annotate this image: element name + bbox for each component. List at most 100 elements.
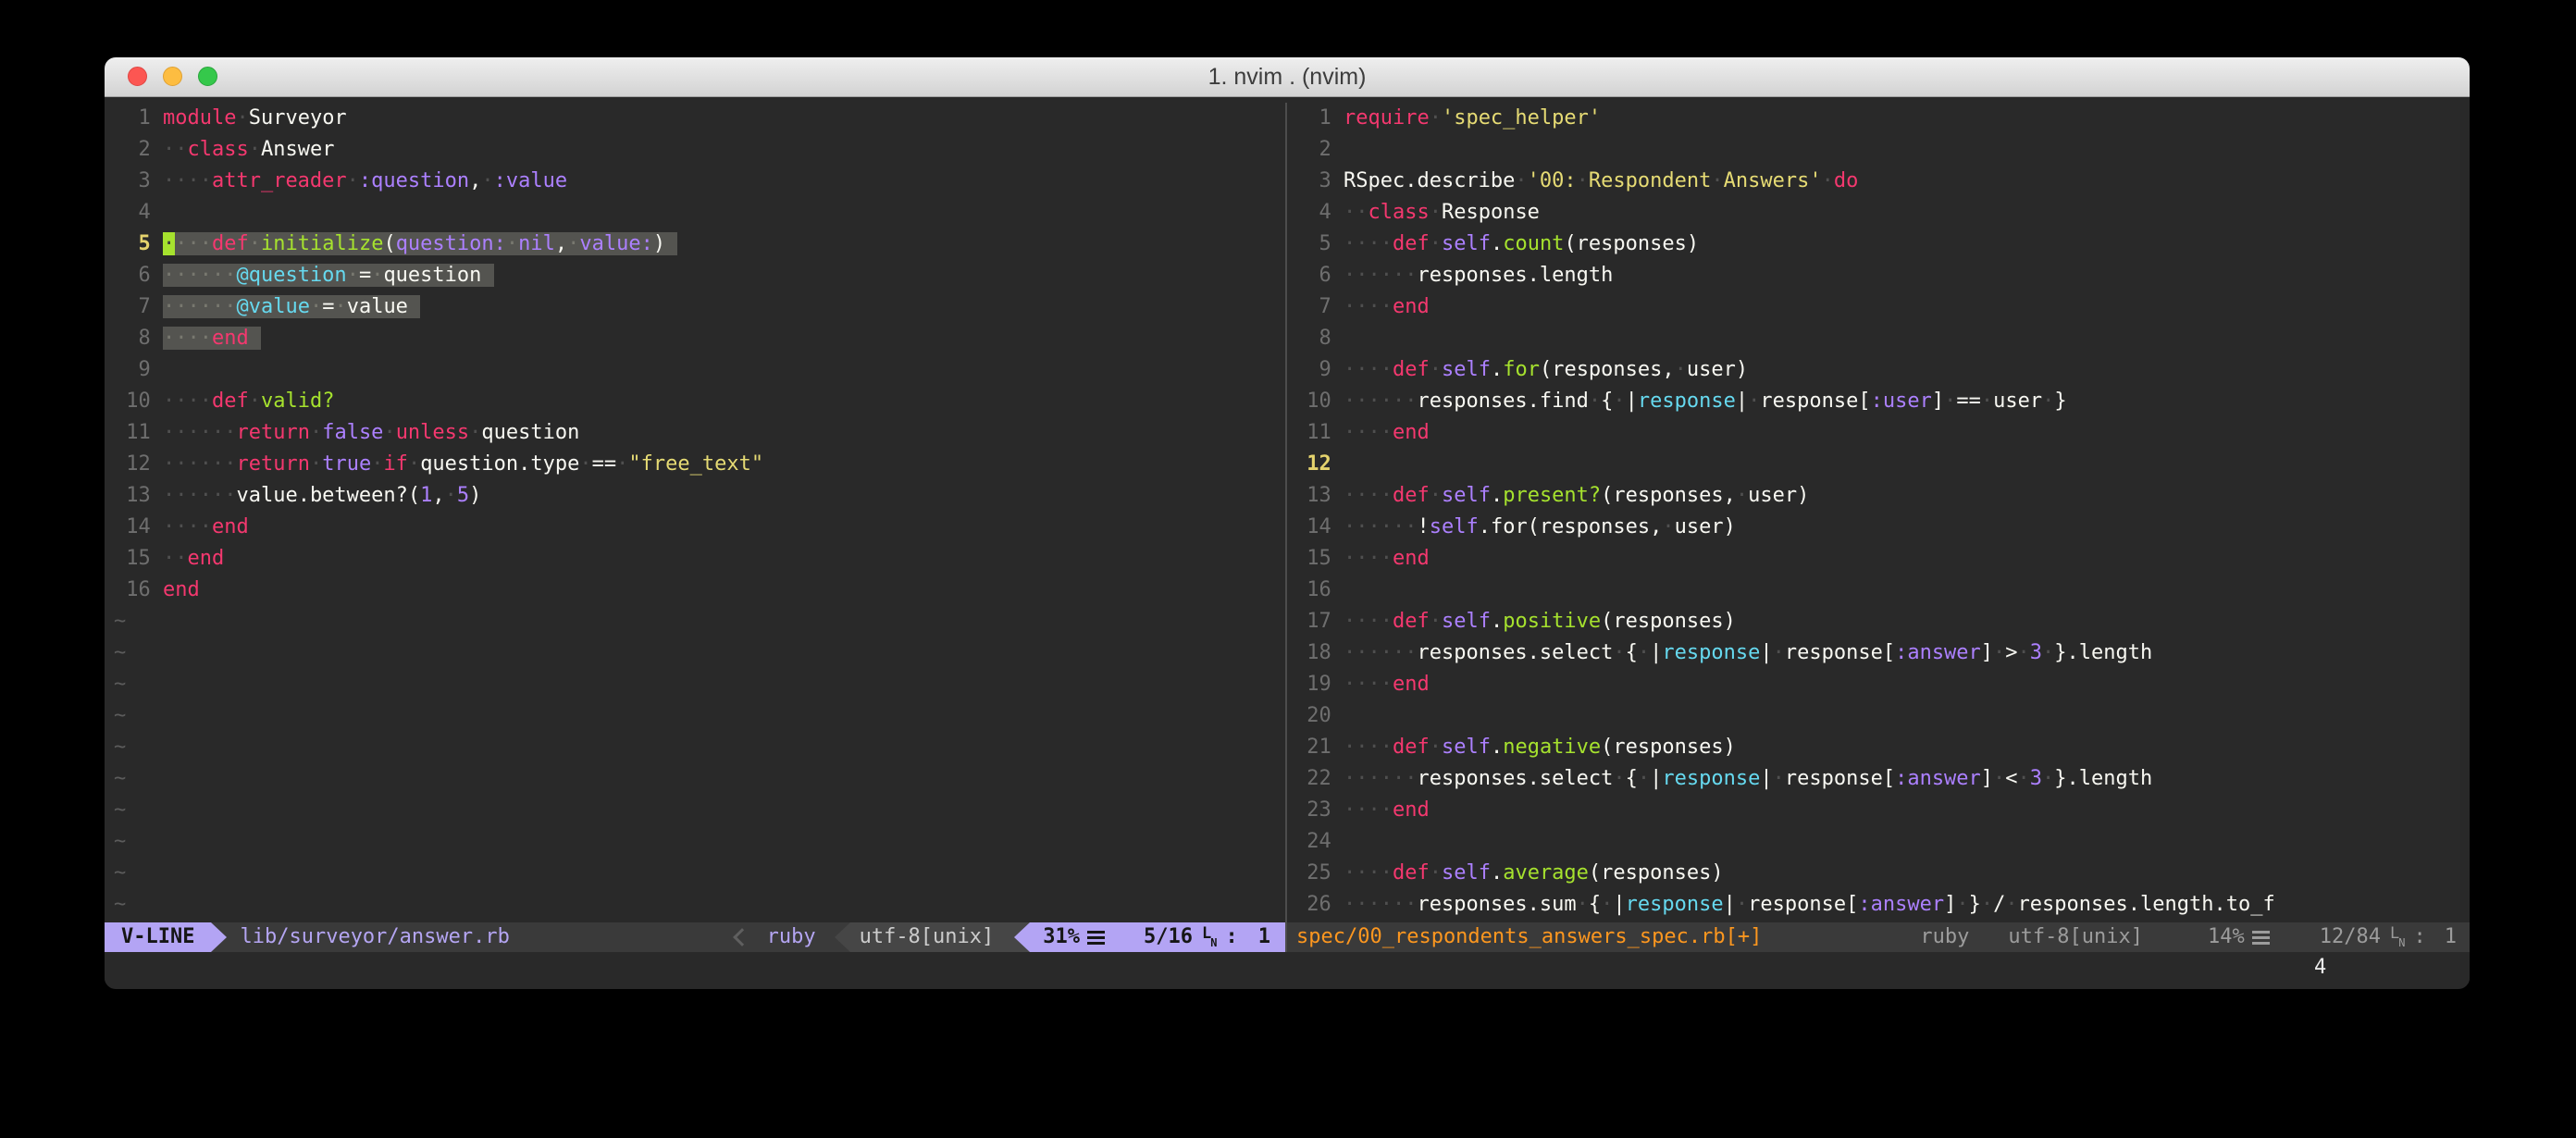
code-line[interactable]: 9 ····def·self.for(responses,·user) (1294, 354, 2470, 386)
line-number: 4 (114, 201, 163, 224)
line-number: 7 (1294, 295, 1344, 318)
encoding-indicator: utf-8[unix] (2008, 922, 2143, 953)
code-line[interactable]: 12 ······return·true·if·question.type·==… (114, 449, 1285, 480)
code-line[interactable]: 14 ····end (114, 512, 1285, 543)
code-line[interactable]: 4 ··class·Response (1294, 197, 2470, 229)
code-line[interactable]: 2 ··class·Answer (114, 134, 1285, 166)
code-line[interactable]: 24 (1294, 826, 2470, 858)
window-titlebar[interactable]: 1. nvim . (nvim) (105, 57, 2470, 97)
line-number: 14 (1294, 515, 1344, 538)
line-number: 11 (114, 421, 163, 444)
powerline-arrow-icon (835, 922, 850, 952)
code-line[interactable]: 2 (1294, 134, 2470, 166)
code-line[interactable]: 5 ····def·self.count(responses) (1294, 229, 2470, 260)
section-separator-icon (733, 928, 751, 946)
encoding-indicator: utf-8[unix] (850, 922, 1015, 952)
code-line[interactable]: 22 ······responses.select·{·|response|·r… (1294, 763, 2470, 795)
cursor-position-section: 31% 5/16 LN : 1 (1030, 922, 1285, 952)
code-area-right[interactable]: 1 require·'spec_helper' 2 3 RSpec.descri… (1287, 103, 2470, 921)
line-number: 15 (114, 547, 163, 570)
zoom-button[interactable] (198, 67, 217, 86)
window-title: 1. nvim . (nvim) (1208, 64, 1367, 91)
empty-line-tilde: ~ (114, 700, 1285, 732)
empty-line-tilde: ~ (114, 669, 1285, 700)
code-line[interactable]: 14 ······!self.for(responses,·user) (1294, 512, 2470, 543)
code-line[interactable]: 23 ····end (1294, 795, 2470, 826)
code-line[interactable]: 3 RSpec.describe·'00:·Respondent·Answers… (1294, 166, 2470, 197)
statusline-active: V-LINE lib/surveyor/answer.rb ruby utf-8… (105, 921, 1285, 952)
code-line[interactable]: 13 ······value.between?(1,·5) (114, 480, 1285, 512)
editor-pane-answer-rb[interactable]: 1 module·Surveyor 2 ··class·Answer 3 ···… (105, 103, 1285, 952)
column-number: 1 (1258, 922, 1270, 953)
code-line[interactable]: 7 ······@value·=·value (114, 291, 1285, 323)
code-line[interactable]: 18 ······responses.select·{·|response|·r… (1294, 637, 2470, 669)
code-line[interactable]: 10 ····def·valid? (114, 386, 1285, 417)
line-number: 22 (1294, 767, 1344, 790)
code-line[interactable]: 16 end (114, 575, 1285, 606)
filetype-indicator: ruby (1920, 922, 1969, 953)
line-number: 17 (1294, 610, 1344, 633)
empty-line-tilde: ~ (114, 795, 1285, 826)
line-number: 3 (1294, 169, 1344, 192)
code-line[interactable]: 6 ······responses.length (1294, 260, 2470, 291)
code-line[interactable]: 15 ····end (1294, 543, 2470, 575)
line-number: 18 (1294, 641, 1344, 664)
line-number: 16 (114, 578, 163, 601)
code-line[interactable]: 8 ····end (114, 323, 1285, 354)
mode-indicator: V-LINE (105, 922, 211, 952)
code-line[interactable]: 19 ····end (1294, 669, 2470, 700)
powerline-arrow-icon (211, 922, 227, 952)
code-area-left[interactable]: 1 module·Surveyor 2 ··class·Answer 3 ···… (105, 103, 1285, 921)
line-position: 5/16 (1144, 922, 1193, 953)
showcmd-pending-count: 4 (2314, 952, 2326, 983)
empty-line-tilde: ~ (114, 606, 1285, 637)
code-line[interactable]: 1 module·Surveyor (114, 103, 1285, 134)
code-line[interactable]: 7 ····end (1294, 291, 2470, 323)
code-line[interactable]: 3 ····attr_reader·:question,·:value (114, 166, 1285, 197)
line-number: 3 (114, 169, 163, 192)
empty-line-tilde: ~ (114, 763, 1285, 795)
code-line[interactable]: 26 ······responses.sum·{·|response|·resp… (1294, 889, 2470, 921)
code-line[interactable]: 11 ····end (1294, 417, 2470, 449)
code-line[interactable]: 9 (114, 354, 1285, 386)
close-button[interactable] (128, 67, 147, 86)
line-number: 20 (1294, 704, 1344, 727)
code-line[interactable]: 21 ····def·self.negative(responses) (1294, 732, 2470, 763)
line-number: 4 (1294, 201, 1344, 224)
code-line[interactable]: 5 ····def·initialize(question:·nil,·valu… (114, 229, 1285, 260)
code-line[interactable]: 20 (1294, 700, 2470, 732)
code-line[interactable]: 17 ····def·self.positive(responses) (1294, 606, 2470, 637)
code-line[interactable]: 12 (1294, 449, 2470, 480)
line-number: 10 (114, 390, 163, 413)
line-number: 24 (1294, 830, 1344, 853)
command-line[interactable]: 4 (105, 952, 2470, 983)
code-line[interactable]: 8 (1294, 323, 2470, 354)
file-path: spec/00_respondents_answers_spec.rb[+] (1287, 922, 1762, 952)
visual-selection: ······@question·=·question (163, 264, 494, 287)
line-number: 8 (114, 327, 163, 350)
line-number: 16 (1294, 578, 1344, 601)
code-line[interactable]: 4 (114, 197, 1285, 229)
linenr-icon: LN (1202, 926, 1218, 949)
code-line[interactable]: 25 ····def·self.average(responses) (1294, 858, 2470, 889)
code-line[interactable]: 16 (1294, 575, 2470, 606)
code-line[interactable]: 6 ······@question·=·question (114, 260, 1285, 291)
maxlinenr-icon (2252, 931, 2270, 945)
scroll-percent: 14% (2208, 922, 2245, 953)
minimize-button[interactable] (163, 67, 182, 86)
code-line[interactable]: 1 require·'spec_helper' (1294, 103, 2470, 134)
column-separator: : (2414, 922, 2426, 953)
code-line[interactable]: 10 ······responses.find·{·|response|·res… (1294, 386, 2470, 417)
line-number: 15 (1294, 547, 1344, 570)
code-line[interactable]: 13 ····def·self.present?(responses,·user… (1294, 480, 2470, 512)
line-number: 2 (114, 138, 163, 161)
code-line[interactable]: 15 ··end (114, 543, 1285, 575)
empty-line-tilde: ~ (114, 826, 1285, 858)
line-number: 6 (114, 264, 163, 287)
editor-pane-spec-rb[interactable]: 1 require·'spec_helper' 2 3 RSpec.descri… (1287, 103, 2470, 952)
line-number: 2 (1294, 138, 1344, 161)
code-line[interactable]: 11 ······return·false·unless·question (114, 417, 1285, 449)
line-position: 12/84 (2320, 922, 2381, 953)
window-controls (128, 67, 217, 86)
line-number: 21 (1294, 736, 1344, 759)
